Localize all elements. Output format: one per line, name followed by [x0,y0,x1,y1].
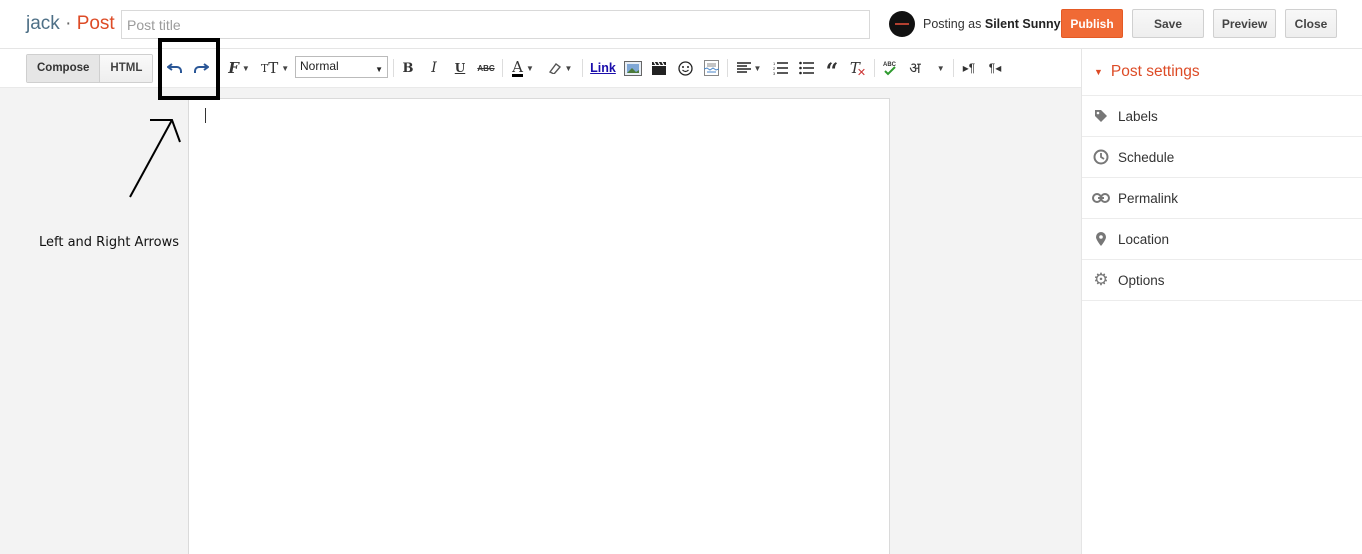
avatar[interactable] [889,11,915,37]
location-pin-icon [1092,230,1110,248]
mode-switch: Compose HTML [26,54,154,83]
font-size-icon[interactable]: T T ▼ [259,49,291,87]
sidebar-item-permalink[interactable]: Permalink [1082,178,1362,219]
hindi-glyph: अ [909,59,921,77]
blog-name[interactable]: jack [26,13,60,34]
post-editor-window: jack · Post Posting as Silent Sunny Publ… [0,0,1362,554]
italic-icon[interactable]: I [424,49,444,87]
undo-redo-highlight-box [158,38,220,100]
publish-button[interactable]: Publish [1061,9,1123,38]
toolbar-divider [502,59,503,77]
sidebar-item-schedule[interactable]: Schedule [1082,137,1362,178]
emoji-icon[interactable] [674,49,696,87]
close-button[interactable]: Close [1285,9,1337,38]
chevron-down-icon: ▼ [564,63,573,73]
underline-icon[interactable]: U [450,49,470,87]
sidebar-item-label: Permalink [1118,190,1179,206]
quote-icon[interactable]: “ [821,49,843,87]
chevron-down-icon: ▼ [753,63,762,73]
sidebar-item-location[interactable]: Location [1082,219,1362,260]
align-icon[interactable]: ▼ [733,49,765,87]
clock-icon [1092,148,1110,166]
chevron-down-icon: ▼ [525,63,534,73]
rtl-icon[interactable]: ¶◂ [984,49,1006,87]
post-settings-header[interactable]: ▼ Post settings [1082,49,1362,96]
chevron-down-icon: ▼ [241,63,250,73]
text-cursor [205,108,206,123]
posting-as-prefix: Posting as [923,17,982,31]
font-family-icon[interactable]: F ▼ [224,49,254,87]
svg-text:3: 3 [773,71,776,75]
sidebar-item-label: Schedule [1118,149,1175,165]
sidebar-item-label: Options [1118,272,1165,288]
tag-icon [1092,107,1110,125]
post-body-editor[interactable] [188,98,890,554]
brand-separator: · [65,13,72,34]
link-icon[interactable]: Link [588,49,618,87]
toolbar-divider [393,59,394,77]
posting-as-text: Posting as Silent Sunny [923,17,1061,31]
triangle-down-icon: ▼ [1094,67,1103,77]
preview-button[interactable]: Preview [1213,9,1276,38]
spellcheck-icon[interactable]: ABC [879,49,901,87]
link-chain-icon [1092,189,1110,207]
video-icon[interactable] [648,49,670,87]
chevron-down-icon: ▼ [375,65,383,74]
jump-break-icon[interactable] [700,49,722,87]
gear-icon: ⚙ [1093,270,1109,289]
user-name: Silent Sunny [984,17,1061,31]
toolbar-divider [874,59,875,77]
image-icon[interactable] [622,49,644,87]
bold-icon[interactable]: B [398,49,418,87]
numbered-list-icon[interactable]: 123 [769,49,791,87]
sidebar-item-label: Location [1118,231,1170,247]
sidebar-item-options[interactable]: ⚙ Options [1082,260,1362,301]
ltr-icon[interactable]: ▸¶ [958,49,980,87]
format-value: Normal [300,59,339,73]
strikethrough-icon[interactable]: ABC [475,49,497,87]
compose-mode-button[interactable]: Compose [27,55,100,82]
save-button[interactable]: Save [1132,9,1204,38]
brand-title: jack · Post [26,13,115,35]
annotation-arrow-icon [129,119,181,198]
toolbar-divider [953,59,954,77]
paragraph-format-select[interactable]: Normal ▼ [295,56,388,78]
remove-format-icon[interactable]: T ✕ [847,49,869,87]
post-settings-sidebar: ▼ Post settings Labels Schedule Permalin… [1081,49,1362,554]
toolbar-divider [727,59,728,77]
post-settings-title: Post settings [1110,63,1200,80]
chevron-down-icon: ▼ [936,63,945,73]
toolbar-divider [582,59,583,77]
post-title-input[interactable] [121,10,870,39]
highlight-icon[interactable]: ▼ [545,49,575,87]
html-mode-button[interactable]: HTML [99,55,153,82]
text-color-icon[interactable]: A ▼ [508,49,538,87]
input-tools-icon[interactable]: अ ▼ [905,49,949,87]
sidebar-item-label: Labels [1118,108,1158,124]
annotation-label: Left and Right Arrows [39,235,179,250]
section-name: Post [76,13,115,34]
bullet-list-icon[interactable] [795,49,817,87]
chevron-down-icon: ▼ [281,63,290,73]
sidebar-item-labels[interactable]: Labels [1082,96,1362,137]
avatar-mark [895,23,909,25]
